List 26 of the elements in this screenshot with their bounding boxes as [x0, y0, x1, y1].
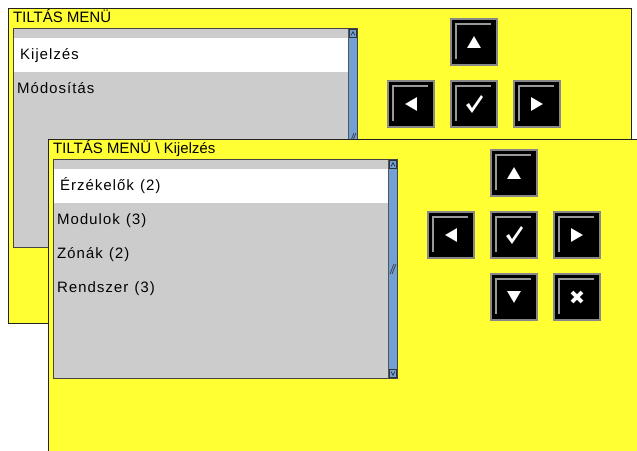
left-button[interactable] — [387, 80, 435, 128]
ok-button[interactable] — [490, 211, 538, 259]
menu-item[interactable]: Zónák (2) — [54, 237, 388, 271]
cancel-button[interactable] — [553, 273, 601, 321]
menu-item[interactable]: Kijelzés — [14, 38, 348, 72]
close-icon — [569, 289, 585, 305]
scroll-up-arrow-icon[interactable] — [389, 160, 397, 169]
up-button[interactable] — [450, 18, 498, 66]
menu-item[interactable]: Rendszer (3) — [54, 271, 388, 305]
scroll-grip-icon[interactable] — [389, 262, 397, 276]
menu-item[interactable]: Modulok (3) — [54, 203, 388, 237]
scrollbar[interactable] — [388, 160, 397, 378]
right-button[interactable] — [553, 211, 601, 259]
up-button[interactable] — [490, 149, 538, 197]
scroll-up-arrow-icon[interactable] — [349, 29, 357, 38]
checkmark-icon — [463, 93, 485, 115]
menu-title: TILTÁS MENÜ — [13, 9, 112, 28]
right-button[interactable] — [513, 80, 561, 128]
down-button[interactable] — [490, 273, 538, 321]
scroll-down-arrow-icon[interactable] — [389, 369, 397, 378]
menu-title: TILTÁS MENÜ \ Kijelzés — [53, 140, 216, 159]
menu-item[interactable]: Módosítás — [14, 72, 348, 106]
left-button[interactable] — [427, 211, 475, 259]
checkmark-icon — [503, 224, 525, 246]
menu-item[interactable]: Érzékelők (2) — [54, 169, 388, 203]
ok-button[interactable] — [450, 80, 498, 128]
